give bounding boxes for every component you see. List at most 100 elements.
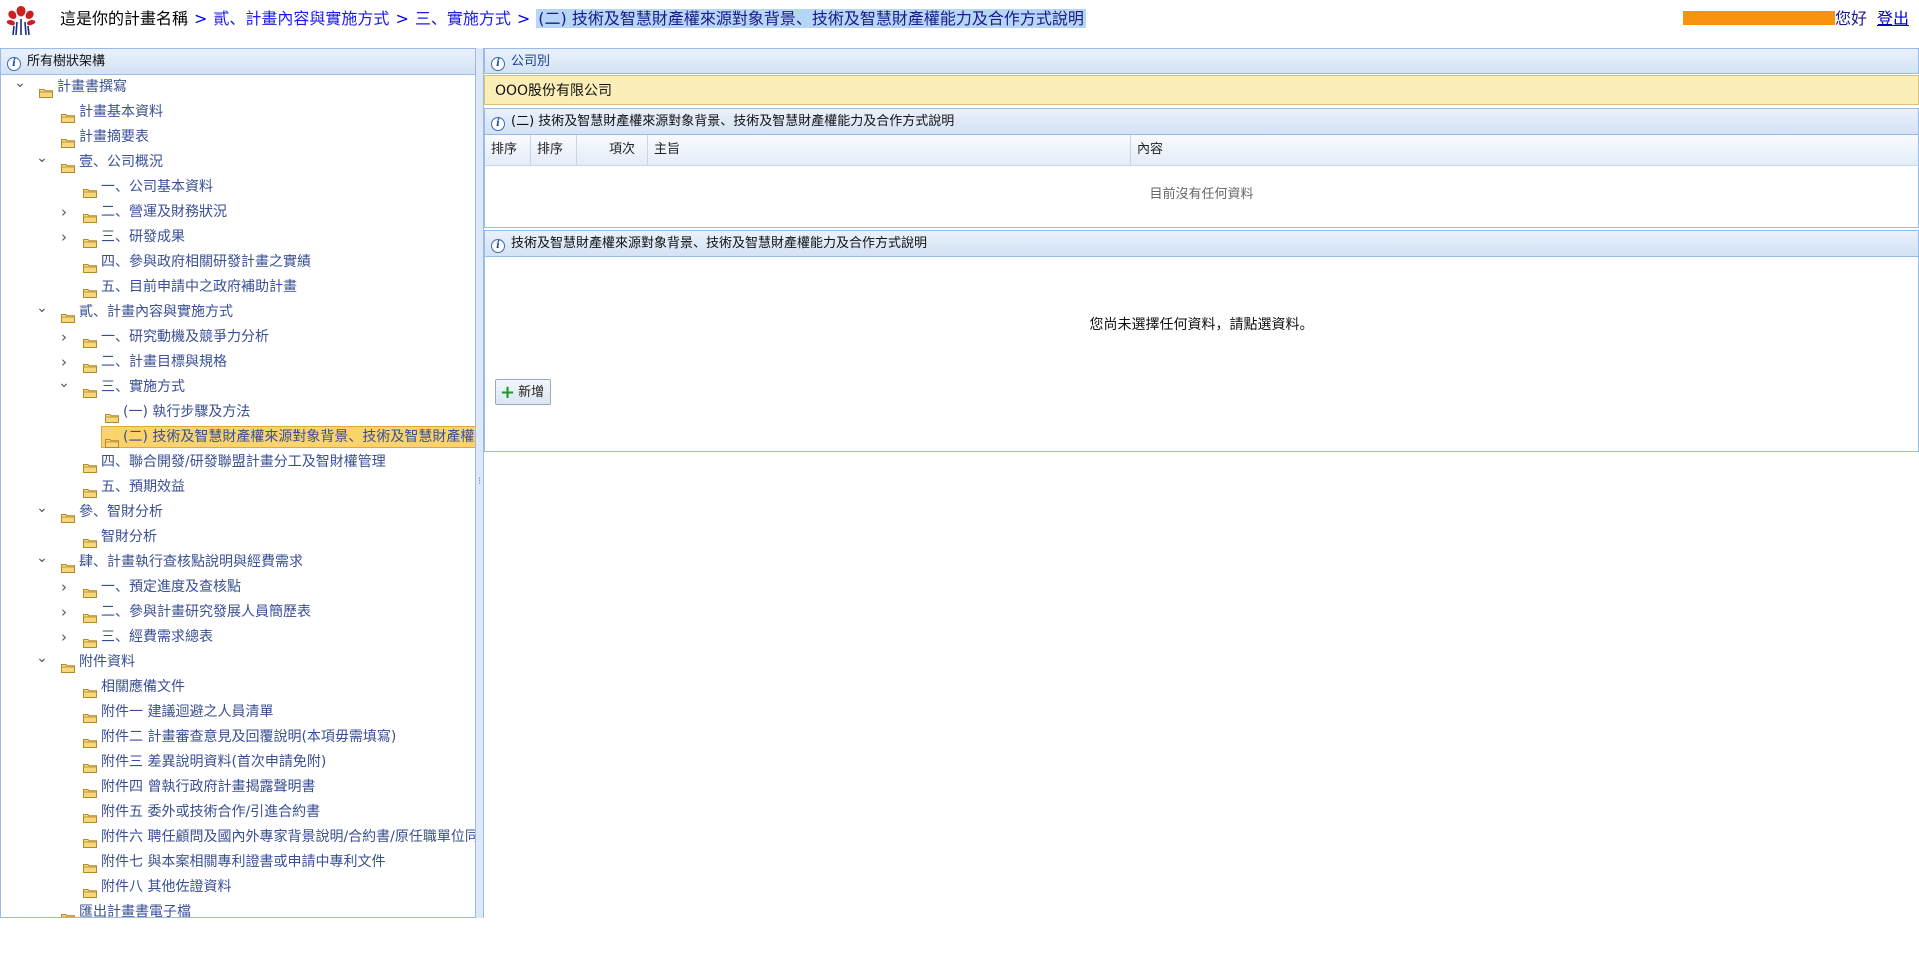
expand-arrow-icon[interactable]: ›	[57, 625, 71, 650]
expand-arrow-icon[interactable]: ›	[57, 325, 71, 350]
tree-item[interactable]: 附件三 差異說明資料(首次申請免附)	[1, 750, 475, 775]
tree-item[interactable]: 附件七 與本案相關專利證書或申請中專利文件	[1, 850, 475, 875]
tree-item-label: 四、聯合開發/研發聯盟計畫分工及智財權管理	[101, 454, 386, 470]
tree-item[interactable]: 匯出計畫書電子檔	[1, 900, 475, 918]
tree-item-label: 附件六 聘任顧問及國內外專家背景說明/合約書/原任職單位同意函	[101, 829, 476, 845]
tree-item[interactable]: 一、公司基本資料	[1, 175, 475, 200]
panel-splitter[interactable]: ⁝	[476, 48, 484, 918]
column-header-subject[interactable]: 主旨	[648, 135, 1131, 165]
expand-arrow-icon[interactable]: ›	[57, 225, 71, 250]
tree-item-label: 三、實施方式	[101, 379, 185, 395]
tree-item[interactable]: 附件五 委外或技術合作/引進合約書	[1, 800, 475, 825]
column-header-item-no[interactable]: 項次	[577, 135, 648, 165]
column-header-sort-2[interactable]: 排序	[531, 135, 577, 165]
collapse-arrow-icon[interactable]: ⌄	[35, 296, 49, 321]
splitter-grip-icon[interactable]: ⁝	[478, 476, 481, 490]
collapse-arrow-icon[interactable]: ⌄	[35, 146, 49, 171]
tree-item[interactable]: 五、目前申請中之政府補助計畫	[1, 275, 475, 300]
tree-item[interactable]: 附件四 曾執行政府計畫揭露聲明書	[1, 775, 475, 800]
tree-item[interactable]: ⌄ 三、實施方式	[1, 375, 475, 400]
tree-item[interactable]: 四、參與政府相關研發計畫之實績	[1, 250, 475, 275]
column-header-content[interactable]: 內容	[1131, 135, 1918, 165]
tree-item-label: 一、公司基本資料	[101, 179, 213, 195]
tree-item[interactable]: 附件一 建議迴避之人員清單	[1, 700, 475, 725]
tree-item[interactable]: › 三、研發成果	[1, 225, 475, 250]
info-icon: i	[7, 57, 21, 71]
collapse-arrow-icon[interactable]: ⌄	[35, 646, 49, 671]
tree-item[interactable]: ⌄ 參、智財分析	[1, 500, 475, 525]
tree-item-selected[interactable]: (二) 技術及智慧財產權來源對象背景、技術及智慧財產權能力及合作方式說明	[1, 425, 475, 450]
tree-item[interactable]: › 一、研究動機及競爭力分析	[1, 325, 475, 350]
company-row[interactable]: OOO股份有限公司	[484, 75, 1919, 105]
column-header-sort[interactable]: 排序	[485, 135, 531, 165]
tree-panel-title: 所有樹狀架構	[27, 54, 106, 69]
tree-item[interactable]: ⌄ 壹、公司概況	[1, 150, 475, 175]
grid-panel-title: (二) 技術及智慧財產權來源對象背景、技術及智慧財產權能力及合作方式說明	[511, 114, 955, 129]
tree-item-label: 一、研究動機及競爭力分析	[101, 329, 269, 345]
folder-icon	[83, 582, 97, 598]
folder-icon	[83, 332, 97, 348]
tree-item[interactable]: 四、聯合開發/研發聯盟計畫分工及智財權管理	[1, 450, 475, 475]
tree-item-label: 貳、計畫內容與實施方式	[79, 304, 233, 320]
tree-item[interactable]: ⌄ 附件資料	[1, 650, 475, 675]
tree-item[interactable]: ⌄ 貳、計畫內容與實施方式	[1, 300, 475, 325]
collapse-arrow-icon[interactable]: ⌄	[13, 71, 27, 96]
tree-item-label: 二、參與計畫研究發展人員簡歷表	[101, 604, 311, 620]
tree-item[interactable]: 五、預期效益	[1, 475, 475, 500]
folder-icon	[83, 632, 97, 648]
collapse-arrow-icon[interactable]: ⌄	[35, 546, 49, 571]
tree-item-label: 參、智財分析	[79, 504, 163, 520]
breadcrumb-separator: >	[194, 9, 208, 28]
collapse-arrow-icon[interactable]: ⌄	[35, 496, 49, 521]
add-button[interactable]: + 新增	[495, 379, 552, 405]
tree-item[interactable]: 計畫摘要表	[1, 125, 475, 150]
tree-item[interactable]: 附件八 其他佐證資料	[1, 875, 475, 900]
breadcrumb-link-section[interactable]: 貳、計畫內容與實施方式	[213, 9, 389, 28]
folder-icon	[83, 207, 97, 223]
folder-icon	[39, 82, 53, 98]
grid-empty-message: 目前沒有任何資料	[1149, 187, 1254, 202]
tree-item-label: 附件五 委外或技術合作/引進合約書	[101, 804, 321, 820]
tree-item[interactable]: 附件六 聘任顧問及國內外專家背景說明/合約書/原任職單位同意函	[1, 825, 475, 850]
folder-icon	[61, 557, 75, 573]
breadcrumb-link-subsection[interactable]: 三、實施方式	[415, 9, 511, 28]
tree-item-label: 五、預期效益	[101, 479, 185, 495]
tree-item[interactable]: ⌄ 肆、計畫執行查核點說明與經費需求	[1, 550, 475, 575]
add-button-label: 新增	[518, 385, 545, 400]
tree-item[interactable]: › 二、參與計畫研究發展人員簡歷表	[1, 600, 475, 625]
breadcrumb: 這是你的計畫名稱 > 貳、計畫內容與實施方式 > 三、實施方式 > (二) 技術及智慧財產權…	[60, 8, 1086, 30]
detail-empty-message: 您尚未選擇任何資料，請點選資料。	[1089, 317, 1314, 333]
tree-item-label: 二、營運及財務狀況	[101, 204, 227, 220]
tree-item[interactable]: ⌄ 計畫書撰寫	[1, 75, 475, 100]
company-panel-header: i 公司別	[484, 48, 1919, 74]
tree-item[interactable]: (一) 執行步驟及方法	[1, 400, 475, 425]
tree-item[interactable]: › 二、營運及財務狀況	[1, 200, 475, 225]
tree-item[interactable]: 計畫基本資料	[1, 100, 475, 125]
tree-view: ⌄ 計畫書撰寫 計畫基本資料 計畫摘要表 ⌄ 壹、公司概況一、公司基本資料 › 二、營運及財務…	[1, 75, 475, 918]
folder-icon	[83, 382, 97, 398]
tree-item-label: (二) 技術及智慧財產權來源對象背景、技術及智慧財產權能力及合作方式說明	[123, 429, 475, 445]
tree-item-label: 附件八 其他佐證資料	[101, 879, 232, 895]
folder-icon	[61, 157, 75, 173]
expand-arrow-icon[interactable]: ›	[57, 600, 71, 625]
tree-item[interactable]: › 二、計畫目標與規格	[1, 350, 475, 375]
grid-panel-header: i (二) 技術及智慧財產權來源對象背景、技術及智慧財產權能力及合作方式說明	[485, 109, 1918, 135]
tree-item-label: 肆、計畫執行查核點說明與經費需求	[79, 554, 303, 570]
company-panel-title: 公司別	[511, 54, 551, 69]
folder-icon	[83, 882, 97, 898]
tree-item[interactable]: 附件二 計畫審查意見及回覆說明(本項毋需填寫)	[1, 725, 475, 750]
tree-item-label: 匯出計畫書電子檔	[79, 904, 191, 918]
logout-link[interactable]: 登出	[1877, 9, 1909, 28]
grid-panel: i (二) 技術及智慧財產權來源對象背景、技術及智慧財產權能力及合作方式說明 排序…	[484, 108, 1919, 228]
tree-item[interactable]: 智財分析	[1, 525, 475, 550]
tree-item[interactable]: › 三、經費需求總表	[1, 625, 475, 650]
tree-item[interactable]: › 一、預定進度及查核點	[1, 575, 475, 600]
expand-arrow-icon[interactable]: ›	[57, 575, 71, 600]
info-icon: i	[491, 239, 505, 253]
expand-arrow-icon[interactable]: ›	[57, 200, 71, 225]
tree-item[interactable]: 相關應備文件	[1, 675, 475, 700]
tree-item-label: 五、目前申請中之政府補助計畫	[101, 279, 297, 295]
collapse-arrow-icon[interactable]: ⌄	[57, 371, 71, 396]
tree-item-label: 三、經費需求總表	[101, 629, 213, 645]
tree-item-label: 附件三 差異說明資料(首次申請免附)	[101, 754, 327, 770]
